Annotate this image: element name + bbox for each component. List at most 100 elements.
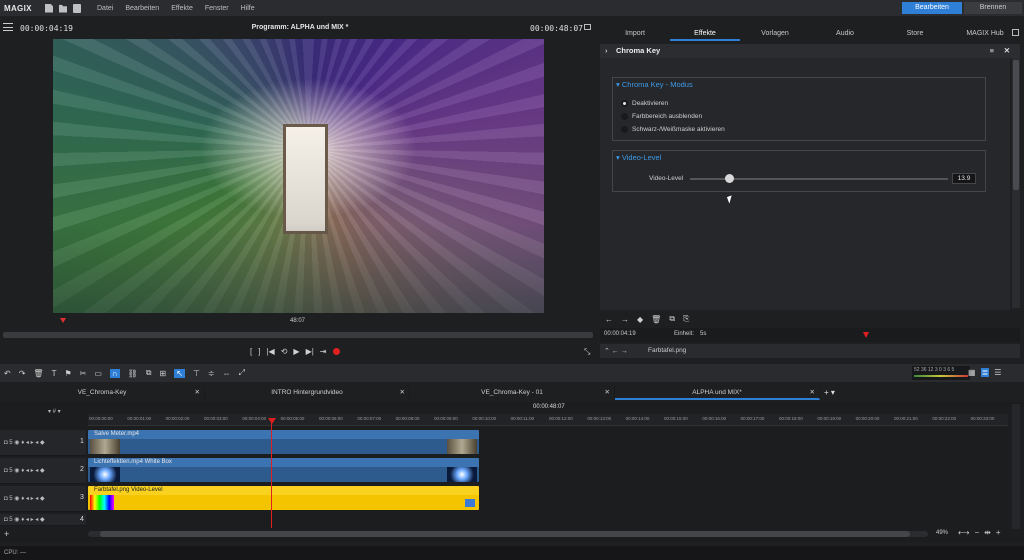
tab-effekte[interactable]: Effekte (670, 27, 740, 41)
close-tab-icon[interactable]: ✕ (195, 386, 200, 400)
keyframe-icon[interactable]: ◆ (637, 315, 643, 324)
trim-icon[interactable]: ⊤ (193, 369, 200, 378)
tab-import[interactable]: Import (600, 27, 670, 41)
play-icon[interactable]: ▶ (293, 347, 299, 356)
chevron-right-icon[interactable]: › (605, 44, 608, 58)
timeline-playhead-marker[interactable] (268, 418, 276, 424)
menu-hamburger-icon[interactable] (3, 23, 13, 31)
magnet-icon[interactable]: ∩ (109, 368, 120, 378)
open-folder-icon[interactable] (59, 4, 67, 13)
ungroup-icon[interactable]: ⧉ (146, 368, 152, 378)
mark-out-icon[interactable]: ] (258, 347, 260, 356)
tab-store[interactable]: Store (880, 27, 950, 41)
copy-icon[interactable]: ⧉ (669, 314, 675, 324)
zoom-slider-icon[interactable]: ⇹ (984, 528, 991, 537)
panel-menu-icon[interactable]: ≡ (990, 44, 994, 58)
stretch-icon[interactable]: ⤢ (239, 368, 245, 378)
timeline-vscroll[interactable] (1012, 404, 1020, 529)
tab-audio[interactable]: Audio (810, 27, 880, 41)
fit-icon[interactable]: ⊞ (160, 369, 167, 378)
radio-icon[interactable] (621, 126, 628, 133)
group-icon[interactable]: ▭ (94, 369, 102, 378)
link-icon[interactable]: ⛓ (128, 369, 138, 378)
jump-start-icon[interactable]: |◀ (266, 347, 274, 356)
preview-scrub-bar[interactable] (3, 332, 593, 338)
option-schwarz-weiss[interactable]: Schwarz-/Weißmaske aktivieren (621, 126, 725, 133)
ripple-icon[interactable]: ≑ (208, 369, 215, 378)
radio-icon[interactable] (621, 113, 628, 120)
panel-undock-icon[interactable] (1012, 29, 1019, 36)
video-level-slider-knob[interactable] (724, 174, 734, 183)
mark-in-icon[interactable]: [ (250, 347, 252, 356)
menu-datei[interactable]: Datei (91, 5, 119, 12)
zoom-out-icon[interactable]: − (974, 528, 979, 537)
paste-icon[interactable]: ⎘ (683, 314, 689, 324)
track-controls[interactable]: ◘ 5 ◉ ♦ ◂ ▸ ◂ ◆ (4, 439, 45, 446)
option-deaktivieren[interactable]: Deaktivieren (621, 100, 668, 107)
keyframe-nav-icon[interactable]: ⌃ ← → (604, 347, 628, 355)
zoom-level[interactable]: 49% (936, 530, 948, 536)
marker-icon[interactable]: ⚑ (64, 369, 71, 378)
project-tab-1[interactable]: VE_Chroma-Key ✕ (0, 386, 205, 400)
clip-farbtafel[interactable]: Farbtafel.png Video-Level (88, 486, 479, 510)
redo-icon[interactable]: ↷ (19, 369, 26, 378)
track-controls[interactable]: ◘ 5 ◉ ♦ ◂ ▸ ◂ ◆ (4, 516, 45, 523)
radio-selected-icon[interactable] (621, 100, 628, 107)
mode-burn-button[interactable]: Brennen (964, 2, 1022, 14)
new-file-icon[interactable] (45, 3, 53, 13)
slip-icon[interactable]: ⇔ (223, 369, 231, 378)
timeline-playhead[interactable] (271, 418, 272, 528)
close-tab-icon[interactable]: ✕ (605, 386, 610, 400)
close-icon[interactable]: ✕ (1004, 44, 1010, 58)
video-preview[interactable] (53, 39, 544, 313)
menu-bearbeiten[interactable]: Bearbeiten (119, 5, 165, 12)
save-icon[interactable] (73, 3, 81, 13)
next-marker-icon[interactable]: ⇥ (320, 347, 327, 356)
group2-title[interactable]: ▾ Video-Level (616, 153, 661, 162)
preview-playhead-marker[interactable] (60, 318, 66, 323)
mode-edit-button[interactable]: Bearbeiten (902, 2, 962, 14)
track-controls[interactable]: ◘ 5 ◉ ♦ ◂ ▸ ◂ ◆ (4, 467, 45, 474)
scene-view-icon[interactable]: ☰ (994, 368, 1001, 377)
project-tab-4[interactable]: ALPHA und MIX* ✕ (615, 386, 820, 400)
timeline-scrollbar-thumb[interactable] (100, 531, 910, 537)
storyboard-icon[interactable]: ▦ (968, 368, 976, 377)
add-tab-icon[interactable]: + ▾ (820, 386, 850, 400)
effect-playhead-marker[interactable] (863, 332, 869, 338)
undo-icon[interactable]: ↶ (4, 369, 11, 378)
zoom-in-icon[interactable]: + (996, 528, 1001, 537)
group1-title[interactable]: ▾ Chroma Key - Modus (616, 80, 693, 89)
zoom-fit-icon[interactable]: ⟷ (958, 528, 969, 537)
menu-fenster[interactable]: Fenster (199, 5, 235, 12)
close-tab-icon[interactable]: ✕ (810, 386, 815, 400)
project-tab-3[interactable]: VE_Chroma-Key - 01 ✕ (410, 386, 615, 400)
timeline-ruler[interactable]: 00:00:00:00 00:00:01:00 00:00:02:00 00:00:0… (88, 414, 1008, 426)
delete-icon[interactable]: 🗑 (651, 315, 661, 324)
video-level-value[interactable]: 13.9 (952, 173, 976, 184)
clip-lichteffekt[interactable]: LichteffektIen.mp4 White Box (88, 458, 479, 482)
cut-icon[interactable]: ✂ (80, 369, 87, 378)
trash-icon[interactable]: 🗑 (33, 369, 43, 378)
tab-vorlagen[interactable]: Vorlagen (740, 27, 810, 41)
project-tab-2[interactable]: INTRO Hintergrundvideo ✕ (205, 386, 410, 400)
undock-icon[interactable] (584, 24, 591, 30)
unit-value[interactable]: 5s (700, 331, 706, 337)
jump-end-icon[interactable]: ▶| (306, 347, 314, 356)
track-controls[interactable]: ◘ 5 ◉ ♦ ◂ ▸ ◂ ◆ (4, 495, 45, 502)
add-track-icon[interactable]: + (4, 529, 9, 539)
track-options-icon[interactable]: ▾ # ▾ (48, 408, 61, 415)
fullscreen-icon[interactable]: ⤡ (584, 347, 590, 357)
menu-effekte[interactable]: Effekte (165, 5, 199, 12)
panel-scrollbar-thumb[interactable] (1013, 60, 1019, 190)
option-farbbereich[interactable]: Farbbereich ausblenden (621, 113, 702, 120)
clip-salve-meter[interactable]: Salve Meter.mp4 (88, 430, 479, 454)
close-tab-icon[interactable]: ✕ (400, 386, 405, 400)
timeline-view-icon[interactable]: ≣ (980, 368, 990, 377)
menu-hilfe[interactable]: Hilfe (235, 5, 261, 12)
loop-icon[interactable]: ⟲ (281, 347, 288, 356)
arrow-left-icon[interactable]: ← (605, 315, 613, 324)
arrow-right-icon[interactable]: → (621, 315, 629, 324)
tab-magix-hub[interactable]: MAGIX Hub (950, 27, 1020, 41)
pointer-icon[interactable]: ↖ (174, 368, 185, 378)
text-icon[interactable]: T (52, 369, 57, 378)
